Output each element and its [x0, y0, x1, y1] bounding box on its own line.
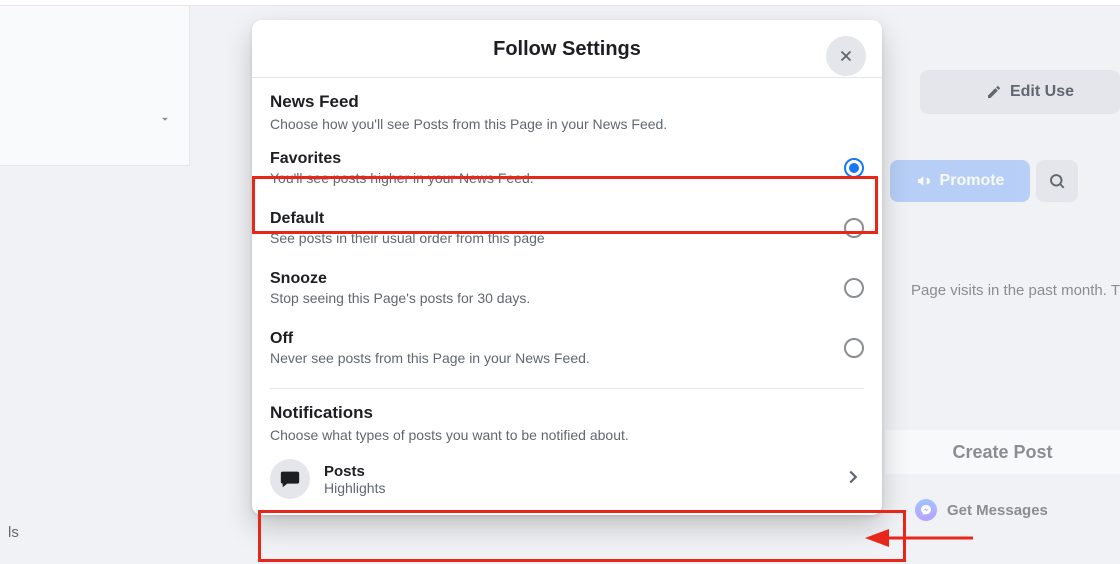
chevron-right-icon	[842, 466, 864, 488]
speech-bubble-icon	[279, 468, 301, 490]
posts-row-chevron	[842, 466, 864, 493]
radio-default[interactable]	[844, 218, 864, 238]
option-default[interactable]: Default See posts in their usual order f…	[252, 198, 882, 258]
option-off-title: Off	[270, 330, 832, 348]
promote-button: Promote	[890, 160, 1030, 202]
news-feed-heading: News Feed	[270, 92, 864, 112]
option-snooze-text: Snooze Stop seeing this Page's posts for…	[270, 270, 832, 306]
left-dropdown-chevron	[158, 112, 172, 131]
close-button[interactable]	[826, 36, 866, 76]
option-default-text: Default See posts in their usual order f…	[270, 210, 832, 246]
option-favorites-text: Favorites You'll see posts higher in you…	[270, 150, 832, 186]
page-visits-text: Page visits in the past month. T	[911, 282, 1120, 299]
news-feed-description: Choose how you'll see Posts from this Pa…	[270, 116, 864, 132]
option-off-text: Off Never see posts from this Page in yo…	[270, 330, 832, 366]
pencil-icon	[986, 84, 1002, 100]
edit-user-label: Edit Use	[1010, 83, 1074, 101]
posts-row-text: Posts Highlights	[324, 463, 828, 496]
posts-icon-wrap	[270, 459, 310, 499]
notifications-heading: Notifications	[270, 403, 864, 423]
modal-title: Follow Settings	[252, 38, 882, 61]
annotation-arrow	[875, 528, 975, 548]
radio-favorites[interactable]	[844, 158, 864, 178]
search-icon	[1048, 172, 1066, 190]
option-off-desc: Never see posts from this Page in your N…	[270, 350, 832, 366]
option-favorites-desc: You'll see posts higher in your News Fee…	[270, 170, 832, 186]
news-feed-section: News Feed Choose how you'll see Posts fr…	[252, 78, 882, 132]
option-snooze-title: Snooze	[270, 270, 832, 288]
posts-row-title: Posts	[324, 463, 828, 480]
radio-snooze[interactable]	[844, 278, 864, 298]
modal-header: Follow Settings	[252, 20, 882, 78]
follow-settings-modal: Follow Settings News Feed Choose how you…	[252, 20, 882, 515]
annotation-highlight-posts	[258, 510, 906, 562]
notifications-section: Notifications Choose what types of posts…	[252, 389, 882, 443]
close-icon	[837, 47, 855, 65]
create-post-heading: Create Post	[885, 430, 1120, 474]
promote-label: Promote	[940, 172, 1005, 190]
notifications-description: Choose what types of posts you want to b…	[270, 427, 864, 443]
option-favorites-title: Favorites	[270, 150, 832, 168]
posts-row[interactable]: Posts Highlights	[252, 449, 882, 515]
option-off[interactable]: Off Never see posts from this Page in yo…	[252, 318, 882, 378]
radio-off[interactable]	[844, 338, 864, 358]
option-default-title: Default	[270, 210, 832, 228]
get-messages-label: Get Messages	[947, 502, 1048, 519]
option-snooze[interactable]: Snooze Stop seeing this Page's posts for…	[252, 258, 882, 318]
posts-row-sub: Highlights	[324, 480, 828, 496]
messenger-icon	[915, 499, 937, 521]
get-messages-row: Get Messages	[885, 490, 1120, 530]
left-sidebar-text: ls	[0, 520, 27, 545]
search-button-bg	[1036, 160, 1078, 202]
option-default-desc: See posts in their usual order from this…	[270, 230, 832, 246]
option-favorites[interactable]: Favorites You'll see posts higher in you…	[252, 138, 882, 198]
option-snooze-desc: Stop seeing this Page's posts for 30 day…	[270, 290, 832, 306]
edit-user-button: Edit Use	[920, 70, 1120, 114]
megaphone-icon	[916, 173, 932, 189]
